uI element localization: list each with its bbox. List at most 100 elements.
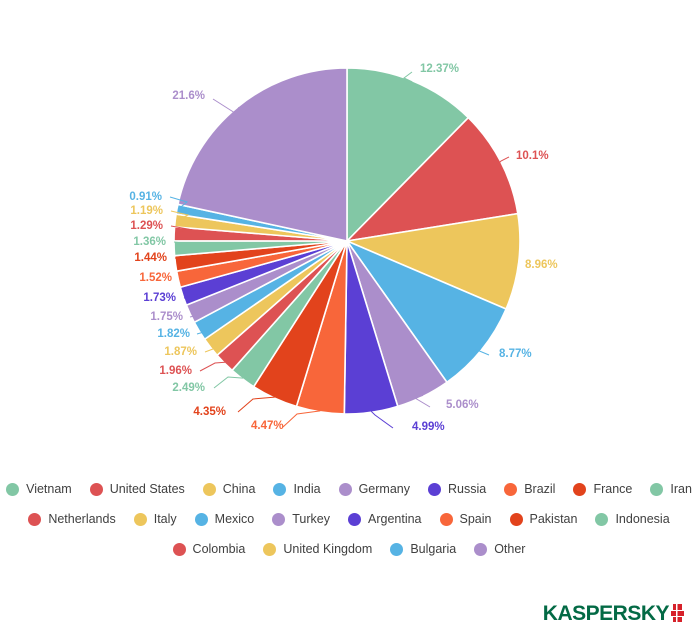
pie-slice-value-label: 5.06% (446, 399, 479, 411)
pie-slice-value-label: 1.73% (143, 292, 176, 304)
legend-item-label: China (222, 481, 256, 496)
kaspersky-logo-text: KASPERSKY (542, 602, 670, 625)
legend-item-germany[interactable]: Germany (338, 481, 410, 496)
legend-item-label: Italy (153, 511, 177, 526)
pie-slice-value-label: 4.47% (251, 420, 284, 432)
pie-slice-value-label: 4.35% (193, 406, 226, 418)
pie-slice-value-label: 1.96% (159, 365, 192, 377)
pie-slice-value-label: 1.52% (139, 272, 172, 284)
legend-item-label: Argentina (368, 511, 422, 526)
pie-slice-value-label: 1.87% (164, 346, 197, 358)
legend-swatch-icon (6, 482, 20, 496)
legend-item-colombia[interactable]: Colombia (172, 541, 246, 556)
legend-row: Colombia United Kingdom Bulgaria Other (0, 534, 698, 564)
pie-chart-figure: 12.37% 10.1% 8.96% 8.77% 5.06% 4.99% 4.47% 4.35… (0, 0, 698, 641)
legend-item-india[interactable]: India (273, 481, 321, 496)
pie-slice-value-label: 10.1% (516, 150, 549, 162)
legend-item-turkey[interactable]: Turkey (272, 511, 330, 526)
legend-item-label: Germany (358, 481, 410, 496)
legend-item-france[interactable]: France (573, 481, 633, 496)
legend-item-label: Pakistan (529, 511, 578, 526)
pie-slice-value-label: 0.91% (129, 191, 162, 203)
legend-item-label: India (293, 481, 321, 496)
legend-swatch-icon (338, 482, 352, 496)
pie-slice-value-label: 8.96% (525, 259, 558, 271)
legend-item-label: Bulgaria (410, 541, 457, 556)
legend-item-mexico[interactable]: Mexico (194, 511, 255, 526)
pie-slices-group (173, 67, 521, 415)
legend-swatch-icon (272, 512, 286, 526)
legend-item-label: Vietnam (26, 481, 72, 496)
pie-slice-value-label: 4.99% (412, 421, 445, 433)
legend-swatch-icon (194, 512, 208, 526)
legend-item-italy[interactable]: Italy (133, 511, 177, 526)
legend-swatch-icon (595, 512, 609, 526)
legend-swatch-icon (172, 542, 186, 556)
pie-slice-value-label: 1.75% (150, 311, 183, 323)
pie-leader-line (282, 410, 321, 428)
legend-swatch-icon (509, 512, 523, 526)
kaspersky-logo-mark (671, 604, 684, 627)
legend-item-united-states[interactable]: United States (89, 481, 185, 496)
legend-item-indonesia[interactable]: Indonesia (595, 511, 670, 526)
legend-item-label: United Kingdom (283, 541, 373, 556)
legend-item-spain[interactable]: Spain (439, 511, 492, 526)
legend-item-russia[interactable]: Russia (427, 481, 487, 496)
kaspersky-logo: KASPERSKY (543, 603, 684, 627)
legend-item-bulgaria[interactable]: Bulgaria (390, 541, 457, 556)
legend-swatch-icon (427, 482, 441, 496)
legend-swatch-icon (133, 512, 147, 526)
pie-leader-line (499, 156, 510, 163)
legend-item-label: Netherlands (48, 511, 116, 526)
legend-row: Vietnam United States China India Germany Rus… (0, 474, 698, 504)
pie-slice-value-label: 1.29% (130, 220, 163, 232)
pie-leader-line (237, 396, 275, 413)
pie-leader-line (213, 376, 244, 389)
pie-slice-value-label: 1.82% (157, 328, 190, 340)
legend-item-label: Turkey (292, 511, 330, 526)
legend-item-china[interactable]: China (202, 481, 256, 496)
legend-swatch-icon (273, 482, 287, 496)
pie-slice-value-label: 21.6% (172, 90, 205, 102)
legend-item-label: France (593, 481, 633, 496)
legend-item-label: United States (109, 481, 185, 496)
legend-swatch-icon (504, 482, 518, 496)
legend-item-label: Indonesia (615, 511, 670, 526)
legend-swatch-icon (474, 542, 488, 556)
legend-swatch-icon (202, 482, 216, 496)
legend-item-label: Brazil (524, 481, 556, 496)
legend-item-brazil[interactable]: Brazil (504, 481, 556, 496)
pie-leader-line (370, 410, 394, 429)
legend-item-pakistan[interactable]: Pakistan (509, 511, 578, 526)
legend-swatch-icon (263, 542, 277, 556)
pie-slice-value-label: 8.77% (499, 348, 532, 360)
legend-item-argentina[interactable]: Argentina (348, 511, 422, 526)
pie-slice-value-label: 1.19% (130, 205, 163, 217)
legend-item-netherlands[interactable]: Netherlands (28, 511, 116, 526)
legend-item-other[interactable]: Other (474, 541, 526, 556)
legend-swatch-icon (439, 512, 453, 526)
legend-item-vietnam[interactable]: Vietnam (6, 481, 72, 496)
legend-item-label: Russia (447, 481, 487, 496)
legend-item-label: Colombia (192, 541, 246, 556)
chart-legend: Vietnam United States China India Germany Rus… (0, 474, 698, 564)
legend-row: Netherlands Italy Mexico Turkey Argentina Spa… (0, 504, 698, 534)
legend-swatch-icon (390, 542, 404, 556)
legend-swatch-icon (348, 512, 361, 526)
legend-swatch-icon (573, 482, 587, 496)
legend-item-united-kingdom[interactable]: United Kingdom (263, 541, 373, 556)
pie-slice-value-label: 1.36% (133, 236, 166, 248)
legend-item-label: Mexico (214, 511, 255, 526)
pie-slice-value-label: 12.37% (420, 63, 459, 75)
legend-swatch-icon (28, 512, 42, 526)
pie-slice-value-label: 1.44% (134, 252, 167, 264)
legend-item-iran[interactable]: Iran (650, 481, 692, 496)
legend-swatch-icon (650, 482, 664, 496)
legend-item-label: Other (494, 541, 526, 556)
kaspersky-glyph-icon (671, 604, 684, 622)
pie-slice-value-label: 2.49% (172, 382, 205, 394)
pie-leader-line (199, 361, 226, 372)
pie-chart-svg: 12.37% 10.1% 8.96% 8.77% 5.06%4.99% 4.47% 4.35… (129, 63, 558, 433)
legend-item-label: Iran (670, 481, 692, 496)
legend-item-label: Spain (459, 511, 492, 526)
